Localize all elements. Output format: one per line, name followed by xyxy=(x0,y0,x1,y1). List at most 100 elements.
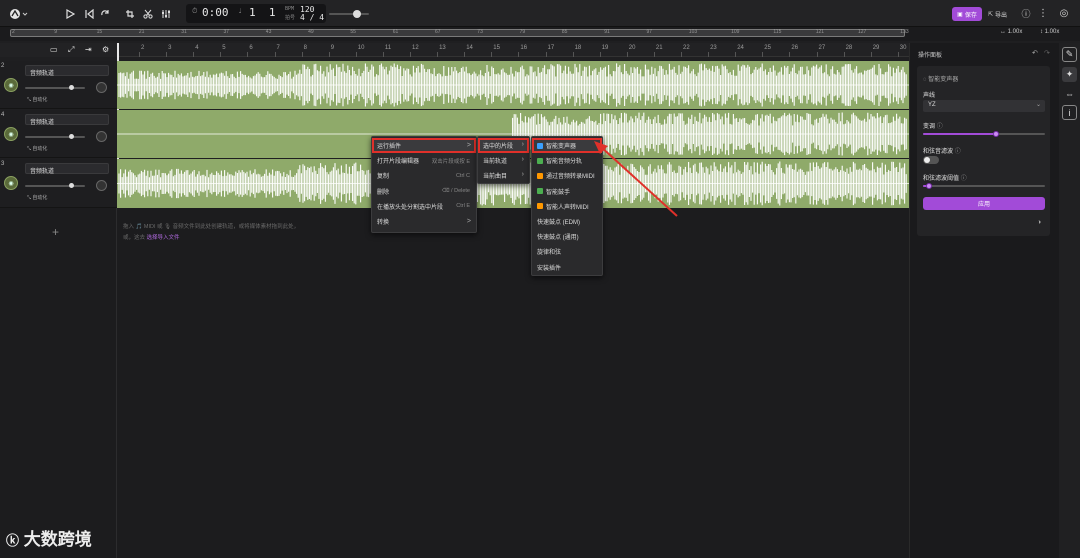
ctx-item[interactable]: 复制 Ctrl C xyxy=(372,168,476,183)
ruler-tick xyxy=(193,52,195,57)
reset-icon[interactable]: ◑ xyxy=(1037,219,1041,226)
import-file-link[interactable]: 选择导入文件 xyxy=(147,235,180,241)
automation-toggle[interactable]: ⤡ 自动化 xyxy=(27,145,47,152)
ruler-number: 30 xyxy=(899,45,907,51)
track-name[interactable]: 音频轨道 xyxy=(25,65,109,77)
track-name[interactable]: 音频轨道 xyxy=(25,163,109,175)
add-track-icon[interactable]: + xyxy=(52,225,59,239)
help-icon[interactable]: ⓘ xyxy=(1020,6,1032,21)
zoom-h-icon: ↔ xyxy=(1000,29,1008,35)
overview-number: 67 xyxy=(435,29,441,35)
signature-label: 拍号 xyxy=(285,15,296,21)
pitch-slider-knob[interactable] xyxy=(993,131,1000,137)
track-header-2[interactable]: 4 ◉ 音频轨道 ⤡ 自动化 xyxy=(0,110,117,158)
plugin-icon xyxy=(537,142,543,149)
ctx-item[interactable]: 在播放头处分割选中片段 Ctrl E xyxy=(372,199,476,214)
crop-icon[interactable] xyxy=(123,6,137,21)
play-icon[interactable] xyxy=(63,6,77,21)
ruler-tick xyxy=(518,52,520,57)
ruler-tick xyxy=(545,52,547,57)
track-header-toolbar: ▭ ⤢ ⇥ ⚙ xyxy=(0,43,117,57)
magic-wand-icon[interactable]: ✦ xyxy=(1062,67,1077,82)
logo-menu-icon[interactable] xyxy=(8,6,30,21)
filter-threshold-slider[interactable] xyxy=(923,185,1045,187)
plugin-name: ◌ 智能变声器 xyxy=(923,77,959,83)
ruler-number: 12 xyxy=(412,45,419,51)
scissors-icon[interactable] xyxy=(141,6,155,21)
zoom-level-v[interactable]: ↕ 1.00x xyxy=(1040,29,1059,35)
plugin-icon xyxy=(537,157,543,164)
ruler-number: 27 xyxy=(818,45,826,51)
overview-number: 91 xyxy=(604,29,610,35)
record-arm-icon[interactable]: ◉ xyxy=(4,127,18,141)
ruler-tick xyxy=(355,52,357,57)
track-volume-knob[interactable] xyxy=(69,134,74,139)
mixer-icon[interactable] xyxy=(159,6,173,21)
save-button[interactable]: ▣ 保存 xyxy=(952,7,982,21)
run-plugin-submenu: 选中的片段 当前轨道 当前曲目 › › › xyxy=(477,136,530,184)
timeline-ruler[interactable]: 2 3 4 5 6 7 8 9 10 11 12 13 14 15 16 17 18 19 20 21 22 23 24 25… xyxy=(117,43,909,57)
ruler-tick xyxy=(301,52,303,57)
redo-icon[interactable]: ↷ xyxy=(1044,49,1050,57)
more-icon[interactable]: ⋮ xyxy=(1038,6,1048,21)
record-arm-icon[interactable]: ◉ xyxy=(4,78,18,92)
track-volume-slider[interactable] xyxy=(25,183,85,188)
track-number: 3 xyxy=(1,161,5,167)
track-lane-1[interactable] xyxy=(117,61,909,109)
toggle-knob xyxy=(924,157,930,163)
loop-icon[interactable] xyxy=(98,6,112,21)
plug-item[interactable]: 旋律和弦 xyxy=(532,244,602,259)
record-arm-icon[interactable]: ◉ xyxy=(4,176,18,190)
user-avatar-icon[interactable]: ◎ xyxy=(1057,6,1071,21)
track-volume-knob[interactable] xyxy=(69,85,74,90)
ruler-number: 24 xyxy=(737,45,744,51)
filter-threshold-knob[interactable] xyxy=(926,183,933,189)
ruler-tick xyxy=(437,52,439,57)
track-volume-knob[interactable] xyxy=(69,183,74,188)
plug-item[interactable]: 安装插件 xyxy=(532,260,602,275)
info-icon: ⓘ xyxy=(936,124,943,130)
track-header-3[interactable]: 3 ◉ 音频轨道 ⤡ 自动化 xyxy=(0,159,117,208)
track-volume-slider[interactable] xyxy=(25,85,85,90)
zoom-level-h[interactable]: ↔ 1.00x xyxy=(1000,29,1022,35)
overview-numbers: 2 9 15 21 31 37 43 49 55 61 67 73 79 85 91 97 103 109 115 1… xyxy=(12,29,909,37)
pan-knob[interactable] xyxy=(96,82,107,93)
ctx-item[interactable]: 转换 > xyxy=(372,214,476,229)
track-volume-slider[interactable] xyxy=(25,134,85,139)
ruler-number: 2 xyxy=(141,45,145,51)
info-panel-icon[interactable]: i xyxy=(1062,105,1077,120)
pan-knob[interactable] xyxy=(96,180,107,191)
ctx-item[interactable]: 删除 ⌫ / Delete xyxy=(372,184,476,199)
plug-item[interactable]: 快速鼓点 (通用) xyxy=(532,229,602,244)
automation-toggle[interactable]: ⤡ 自动化 xyxy=(27,194,47,201)
pan-knob[interactable] xyxy=(96,131,107,142)
export-button[interactable]: ⇱ 导出 xyxy=(988,8,1014,20)
chord-filter-toggle[interactable] xyxy=(923,156,939,164)
edit-icon[interactable]: ✎ xyxy=(1062,47,1077,62)
snap-icon[interactable]: ⇥ xyxy=(85,45,92,54)
empty-drop-area[interactable] xyxy=(117,208,909,558)
swap-icon[interactable]: ⇔ xyxy=(1062,86,1077,101)
track-view-icon[interactable]: ▭ xyxy=(50,45,58,54)
skip-start-icon[interactable] xyxy=(82,6,96,21)
voice-select[interactable]: YZ ⌄ xyxy=(923,100,1045,112)
automation-toggle[interactable]: ⤡ 自动化 xyxy=(27,96,47,103)
ruler-tick xyxy=(274,52,276,57)
apply-button[interactable]: 应用 xyxy=(923,197,1045,210)
ctx-item[interactable]: 运行插件 > xyxy=(372,138,476,153)
undo-icon[interactable]: ↶ xyxy=(1032,49,1038,57)
ctx-item[interactable]: 打开片段编辑器 双击片段或按 E xyxy=(372,153,476,168)
chevron-right-icon: › xyxy=(521,171,524,179)
expand-icon[interactable]: ⤢ xyxy=(68,45,74,55)
master-volume-knob[interactable] xyxy=(353,10,361,18)
ruler-number: 19 xyxy=(601,45,609,51)
track-name[interactable]: 音频轨道 xyxy=(25,114,109,126)
signature-value[interactable]: 4 / 4 xyxy=(300,13,324,22)
ruler-tick xyxy=(328,52,330,57)
save-icon: ▣ xyxy=(957,11,963,18)
ruler-number: 11 xyxy=(384,45,392,51)
master-volume-slider[interactable] xyxy=(329,10,369,18)
watermark-icon: ⓚ xyxy=(6,533,20,548)
track-header-1[interactable]: 2 ◉ 音频轨道 ⤡ 自动化 xyxy=(0,61,117,109)
settings-icon[interactable]: ⚙ xyxy=(102,45,109,54)
